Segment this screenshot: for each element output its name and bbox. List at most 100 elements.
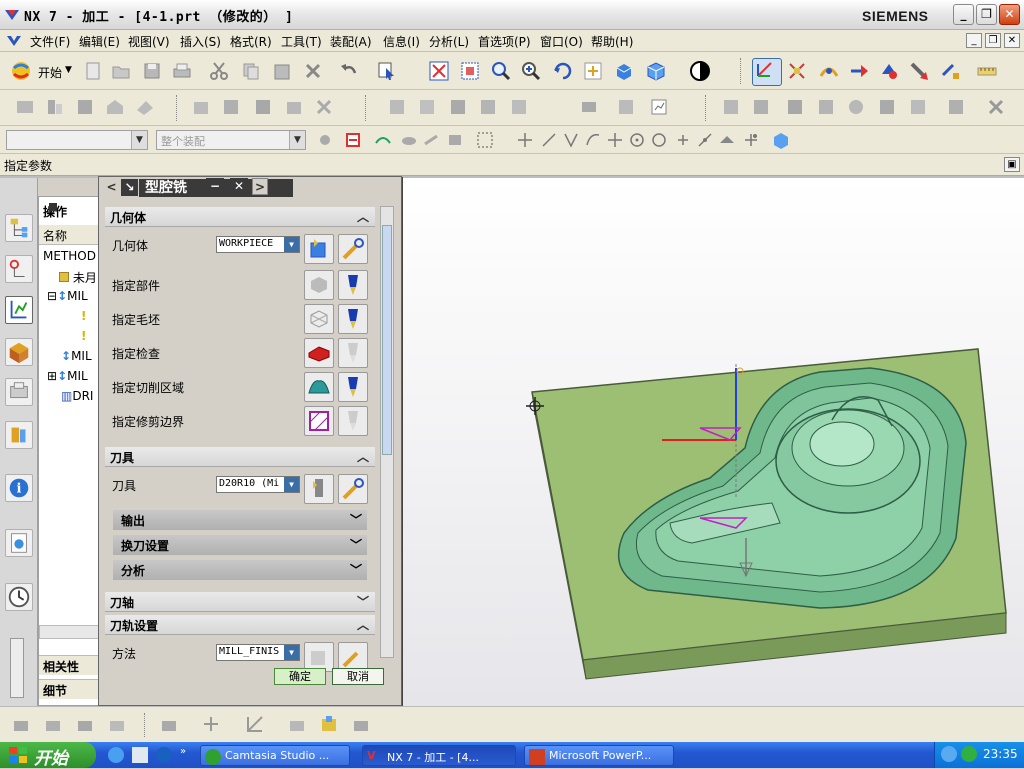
save-icon[interactable] xyxy=(141,60,163,82)
snap-icon[interactable] xyxy=(342,129,364,151)
subsection-analysis[interactable]: 分析 ﹀ xyxy=(113,560,367,580)
cut-icon[interactable] xyxy=(208,60,230,82)
feed-icon[interactable] xyxy=(508,96,530,118)
maximize-button[interactable]: ❐ xyxy=(976,4,997,25)
filter-icon[interactable] xyxy=(314,129,336,151)
postprocess-icon[interactable] xyxy=(313,96,335,118)
snap-point-icon[interactable] xyxy=(372,129,394,151)
nx-menu-icon[interactable] xyxy=(6,33,22,49)
section-path-settings[interactable]: 刀轨设置 ︿ xyxy=(105,615,375,635)
taskbar-item-camtasia[interactable]: Camtasia Studio ... xyxy=(200,745,350,766)
block-icon[interactable] xyxy=(350,713,372,735)
fit-view-icon[interactable] xyxy=(428,60,450,82)
section-details[interactable]: 细节 xyxy=(39,679,99,699)
snap-mid-icon[interactable] xyxy=(538,129,560,151)
method-icon[interactable] xyxy=(848,60,870,82)
select-part-button[interactable] xyxy=(304,270,334,300)
move-icon[interactable] xyxy=(876,96,898,118)
path-list-icon[interactable] xyxy=(416,96,438,118)
zoom-icon[interactable] xyxy=(490,60,512,82)
cut-object-icon[interactable] xyxy=(750,96,772,118)
graphics-window[interactable] xyxy=(400,178,1024,706)
section-geometry[interactable]: 几何体 ︿ xyxy=(105,207,375,227)
rotate-icon[interactable] xyxy=(552,60,574,82)
display-check-button[interactable] xyxy=(338,338,368,368)
mdi-minimize-button[interactable]: _ xyxy=(966,33,982,48)
tree-row-drill[interactable]: ▥DRI xyxy=(61,389,93,403)
subsection-output[interactable]: 输出 ﹀ xyxy=(113,510,367,530)
snap-intersect-icon[interactable] xyxy=(604,129,626,151)
geometry-icon[interactable] xyxy=(878,60,900,82)
mdi-close-button[interactable]: ✕ xyxy=(1004,33,1020,48)
menu-preferences[interactable]: 首选项(P) xyxy=(478,33,531,50)
desktop-quicklaunch-icon[interactable] xyxy=(132,747,148,763)
measure-icon[interactable] xyxy=(976,60,998,82)
ok-button[interactable]: 确定 xyxy=(274,668,326,685)
method-select[interactable]: MILL_FINIS ▼ xyxy=(216,644,300,661)
report-icon[interactable] xyxy=(648,96,670,118)
chevron-down-icon[interactable]: ▼ xyxy=(289,131,305,149)
display-icon[interactable] xyxy=(386,96,408,118)
snap-onface-icon[interactable] xyxy=(716,129,738,151)
geometry-select[interactable]: WORKPIECE ▼ xyxy=(216,236,300,253)
select-filter-icon[interactable] xyxy=(376,60,398,82)
display-trim-boundary-button[interactable] xyxy=(338,406,368,436)
delete-object-icon[interactable] xyxy=(985,96,1007,118)
menu-info[interactable]: 信息(I) xyxy=(383,33,420,50)
copy-object-icon[interactable] xyxy=(784,96,806,118)
shaded-icon[interactable] xyxy=(613,60,635,82)
select-blank-button[interactable] xyxy=(304,304,334,334)
snap-end-icon[interactable] xyxy=(514,129,536,151)
pan-icon[interactable] xyxy=(582,60,604,82)
display-part-button[interactable] xyxy=(338,270,368,300)
menu-format[interactable]: 格式(R) xyxy=(230,33,272,50)
new-tool-button[interactable] xyxy=(304,474,334,504)
transform-icon[interactable] xyxy=(940,60,962,82)
menu-view[interactable]: 视图(V) xyxy=(128,33,170,50)
render-style-icon[interactable] xyxy=(645,60,667,82)
section-dependencies[interactable]: 相关性 xyxy=(39,655,99,675)
rename-icon[interactable] xyxy=(845,96,867,118)
delete-icon[interactable] xyxy=(302,60,324,82)
dialog-pin-icon[interactable]: ↘ xyxy=(121,179,138,196)
feature-icon[interactable] xyxy=(10,713,32,735)
part-navigator-tab[interactable] xyxy=(5,378,33,406)
snap-center-icon[interactable] xyxy=(626,129,648,151)
create-tool-icon[interactable] xyxy=(74,96,96,118)
scrollbar-thumb[interactable] xyxy=(382,225,392,455)
start-menu-button[interactable]: 开始 xyxy=(38,64,62,81)
zoom-window-icon[interactable] xyxy=(459,60,481,82)
section-tool[interactable]: 刀具 ︿ xyxy=(105,447,375,467)
type-filter-select[interactable]: ▼ xyxy=(6,130,148,150)
horizontal-scrollbar[interactable] xyxy=(39,625,99,639)
select-cut-area-button[interactable] xyxy=(304,372,334,402)
chevron-right-icon[interactable]: > xyxy=(252,178,268,195)
help-tab[interactable]: i xyxy=(5,474,33,502)
operation-navigator-icon[interactable] xyxy=(14,96,36,118)
open-icon[interactable] xyxy=(110,60,132,82)
paste-object-icon[interactable] xyxy=(815,96,837,118)
taskbar-item-powerpoint[interactable]: Microsoft PowerP... xyxy=(524,745,674,766)
create-geometry-icon[interactable] xyxy=(104,96,126,118)
menu-edit[interactable]: 编辑(E) xyxy=(79,33,120,50)
constraint-navigator-tab[interactable] xyxy=(5,255,33,283)
machine-tool-icon[interactable] xyxy=(786,60,808,82)
assembly-icon[interactable] xyxy=(42,713,64,735)
cue-bar-expand-button[interactable]: ▣ xyxy=(1004,157,1020,172)
tree-row-mill-2[interactable]: ↕MIL xyxy=(61,349,92,363)
windows-start-button[interactable]: 开始 xyxy=(0,742,96,769)
snap-curve-icon[interactable] xyxy=(582,129,604,151)
new-icon[interactable] xyxy=(82,60,104,82)
point-icon[interactable] xyxy=(200,713,222,735)
display-cut-area-button[interactable] xyxy=(338,372,368,402)
copy-icon[interactable] xyxy=(240,60,262,82)
taskbar-item-nx[interactable]: V NX 7 - 加工 - [4... xyxy=(362,745,516,766)
toolbar-grip[interactable] xyxy=(144,713,147,737)
paste-icon[interactable] xyxy=(271,60,293,82)
orient-view-icon[interactable] xyxy=(689,60,711,82)
column-header-name[interactable]: 名称 xyxy=(39,225,99,245)
nav-scroll-arrows[interactable] xyxy=(11,641,31,701)
mdi-restore-button[interactable]: ❐ xyxy=(985,33,1001,48)
subsection-tool-change[interactable]: 换刀设置 ﹀ xyxy=(113,535,367,555)
generate-path-icon[interactable] xyxy=(190,96,212,118)
